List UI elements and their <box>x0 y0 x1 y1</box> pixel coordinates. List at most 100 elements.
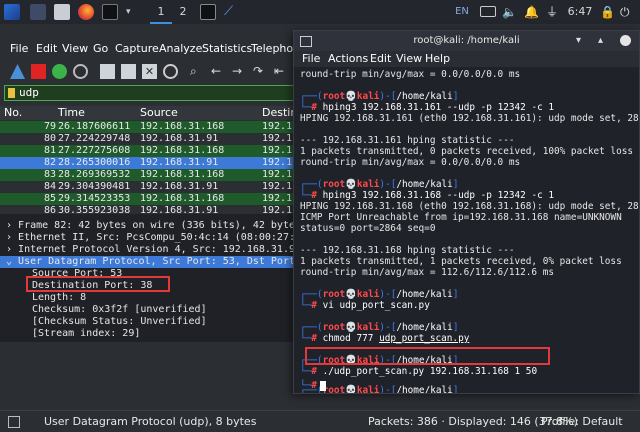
term-menu-file[interactable]: File <box>302 52 320 65</box>
taskbar: ▾ 1 2 ⟋ EN 🔈 🔔 ⏚ 6:47 🔒 ⏻ <box>0 0 640 25</box>
packet-row[interactable]: 81 27.227275608 192.168.31.168 192.1 <box>0 145 300 157</box>
packet-no: 83 <box>44 169 57 180</box>
prompt-line: ┌──(root💀kali)-[/home/kali] <box>300 91 459 102</box>
menu-analyze[interactable]: Analyze <box>159 42 202 55</box>
wireshark-task-icon[interactable]: ⟋ <box>224 4 240 20</box>
clock[interactable]: 6:47 <box>562 0 598 24</box>
workspace-1[interactable]: 1 <box>150 0 172 24</box>
terminal-menubar: File Actions Edit View Help <box>294 51 639 67</box>
detail-text: Internet Protocol Version 4, Src: 192.16… <box>18 244 302 255</box>
kali-menu-icon[interactable] <box>4 4 20 20</box>
packet-row[interactable]: 79 26.187606611 192.168.31.168 192.1 <box>0 121 300 133</box>
packet-time: 26.187606611 <box>58 121 131 132</box>
capture-options-icon[interactable] <box>73 64 88 79</box>
packet-source: 192.168.31.91 <box>140 181 219 192</box>
workspace-2[interactable]: 2 <box>172 0 194 24</box>
lock-screen-icon[interactable]: 🔒 <box>600 4 616 20</box>
detail-udp-selected[interactable]: ⌄ User Datagram Protocol, Src Port: 53, … <box>0 256 301 268</box>
go-to-packet-icon[interactable]: ↷ <box>253 64 268 79</box>
firefox-icon[interactable] <box>78 4 94 20</box>
menu-file[interactable]: File <box>10 42 28 55</box>
term-menu-edit[interactable]: Edit <box>370 52 391 65</box>
display-filter-text: udp <box>19 86 39 99</box>
status-profile[interactable]: Profile: Default <box>541 411 623 432</box>
expand-arrow-icon[interactable]: › <box>6 232 18 243</box>
bookmark-icon[interactable] <box>8 88 15 98</box>
close-icon[interactable] <box>620 35 631 46</box>
menu-view[interactable]: View <box>62 42 88 55</box>
expand-arrow-icon[interactable]: › <box>6 244 18 255</box>
packet-destination: 192.1 <box>262 181 293 192</box>
status-field-info: User Datagram Protocol (udp), 8 bytes <box>44 415 257 428</box>
terminal-launcher-icon[interactable] <box>102 4 118 20</box>
find-packet-icon[interactable]: ⌕ <box>190 64 205 79</box>
display-icon[interactable] <box>480 6 496 17</box>
packet-no: 85 <box>44 193 57 204</box>
packet-time: 27.224229748 <box>58 133 131 144</box>
terminal-title: root@kali: /home/kali <box>413 35 520 46</box>
column-time[interactable]: Time <box>58 106 85 119</box>
expert-info-icon[interactable] <box>8 416 20 428</box>
wireshark-statusbar: User Datagram Protocol (udp), 8 bytes Pa… <box>0 410 640 432</box>
minimize-icon[interactable]: ▾ <box>576 31 581 51</box>
display-filter-input[interactable]: udp <box>4 85 300 101</box>
detail-stream-index[interactable]: [Stream index: 29] <box>32 328 332 340</box>
restart-capture-icon[interactable] <box>52 64 67 79</box>
collapse-arrow-icon[interactable]: ⌄ <box>6 256 18 267</box>
term-menu-view[interactable]: View <box>396 52 422 65</box>
column-source[interactable]: Source <box>140 106 178 119</box>
detail-ethernet[interactable]: › Ethernet II, Src: PcsCompu_50:4c:14 (0… <box>6 232 306 244</box>
volume-icon[interactable]: 🔈 <box>502 4 518 20</box>
close-file-icon[interactable]: ✕ <box>142 64 157 79</box>
start-capture-icon[interactable] <box>10 64 25 79</box>
detail-ipv4[interactable]: › Internet Protocol Version 4, Src: 192.… <box>6 244 306 256</box>
packet-row-selected[interactable]: 82 28.265300016 192.168.31.91 192.1 <box>0 157 300 169</box>
first-packet-icon[interactable]: ⇤ <box>274 64 289 79</box>
menu-capture[interactable]: Capture <box>115 42 159 55</box>
power-plug-icon[interactable]: ⏚ <box>546 4 562 20</box>
packet-no: 82 <box>44 157 57 168</box>
packet-row[interactable]: 83 28.269369532 192.168.31.168 192.1 <box>0 169 300 181</box>
terminal-task-icon[interactable] <box>200 4 216 20</box>
terminal-output[interactable]: round-trip min/avg/max = 0.0/0.0/0.0 ms … <box>294 69 639 393</box>
packet-row[interactable]: 85 29.314523353 192.168.31.168 192.1 <box>0 193 300 205</box>
go-forward-icon[interactable]: → <box>232 64 247 79</box>
detail-frame[interactable]: › Frame 82: 42 bytes on wire (336 bits),… <box>6 220 306 232</box>
notification-bell-icon[interactable]: 🔔 <box>524 4 540 20</box>
term-menu-help[interactable]: Help <box>425 52 450 65</box>
command-line: └─# hping3 192.168.31.168 --udp -p 12342… <box>300 190 555 201</box>
output-line: round-trip min/avg/max = 0.0/0.0/0.0 ms <box>300 157 521 168</box>
detail-length[interactable]: Length: 8 <box>32 292 332 304</box>
detail-text: Frame 82: 42 bytes on wire (336 bits), 4… <box>18 220 302 231</box>
open-file-icon[interactable] <box>100 64 115 79</box>
packet-row[interactable]: 84 29.304390481 192.168.31.91 192.1 <box>0 181 300 193</box>
file-manager-icon[interactable] <box>54 4 70 20</box>
detail-checksum-status[interactable]: [Checksum Status: Unverified] <box>32 316 332 328</box>
output-line: HPING 192.168.31.161 (eth0 192.168.31.16… <box>300 113 639 124</box>
prompt-line: ┌──(root💀kali)-[/home/kali] <box>300 179 459 190</box>
save-file-icon[interactable] <box>121 64 136 79</box>
go-back-icon[interactable]: ← <box>211 64 226 79</box>
packet-no: 84 <box>44 181 57 192</box>
prompt-line: ┌──(root💀kali)-[/home/kali] <box>300 322 459 333</box>
detail-checksum[interactable]: Checksum: 0x3f2f [unverified] <box>32 304 332 316</box>
command-line: └─# hping3 192.168.31.161 --udp -p 12342… <box>300 102 555 113</box>
menu-go[interactable]: Go <box>93 42 108 55</box>
stop-capture-icon[interactable] <box>31 64 46 79</box>
packet-destination: 192.1 <box>262 121 293 132</box>
menu-edit[interactable]: Edit <box>36 42 57 55</box>
reload-file-icon[interactable] <box>163 64 178 79</box>
expand-arrow-icon[interactable]: › <box>6 220 18 231</box>
language-indicator[interactable]: EN <box>452 0 472 24</box>
show-desktop-icon[interactable] <box>30 4 46 20</box>
maximize-icon[interactable]: ▴ <box>598 31 603 51</box>
output-line: round-trip min/avg/max = 112.6/112.6/112… <box>300 267 554 278</box>
term-menu-actions[interactable]: Actions <box>328 52 368 65</box>
power-icon[interactable]: ⏻ <box>620 4 636 20</box>
packet-time: 27.227275608 <box>58 145 131 156</box>
column-no[interactable]: No. <box>4 106 22 119</box>
dropdown-icon[interactable]: ▾ <box>126 4 136 20</box>
menu-statistics[interactable]: Statistics <box>202 42 252 55</box>
command-highlight <box>305 347 550 365</box>
packet-row[interactable]: 80 27.224229748 192.168.31.91 192.1 <box>0 133 300 145</box>
